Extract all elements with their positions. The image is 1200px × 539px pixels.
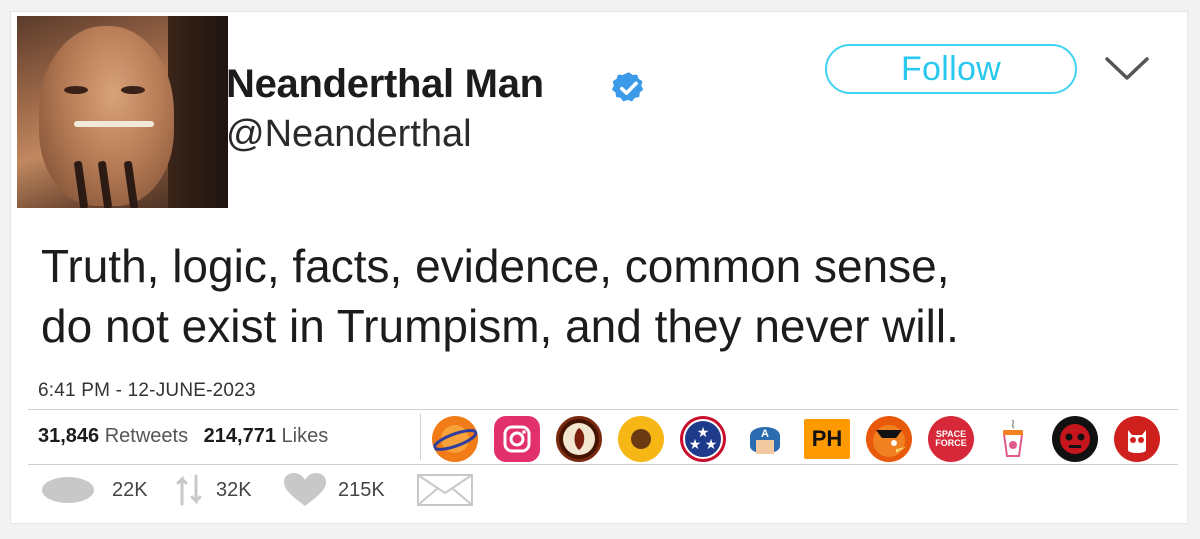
instagram-logo-icon[interactable] bbox=[494, 416, 540, 462]
divider bbox=[28, 409, 1178, 410]
retweets-label[interactable]: Retweets bbox=[105, 425, 188, 447]
engagement-stats: 31,846 Retweets 214,771 Likes bbox=[38, 425, 338, 448]
envelope-icon bbox=[417, 474, 473, 506]
avatar-eye bbox=[121, 86, 145, 94]
dunkin-cup-icon[interactable] bbox=[990, 416, 1036, 462]
avatar-nose-bone bbox=[74, 121, 154, 127]
avatar-face bbox=[39, 26, 174, 208]
likes-count[interactable]: 214,771 bbox=[204, 425, 276, 447]
avatar-hair bbox=[168, 16, 228, 208]
avatar-eye bbox=[64, 86, 88, 94]
retweet-icon bbox=[176, 474, 202, 506]
verified-badge-icon bbox=[611, 72, 644, 102]
share-action[interactable] bbox=[416, 471, 474, 509]
like-count: 215K bbox=[338, 478, 385, 501]
svg-text:★: ★ bbox=[689, 436, 702, 452]
stats-divider bbox=[420, 414, 421, 460]
planet-logo-icon[interactable] bbox=[432, 416, 478, 462]
avatar-face-paint bbox=[123, 160, 139, 208]
like-action[interactable]: 215K bbox=[282, 471, 385, 509]
divider bbox=[28, 464, 1178, 465]
reply-bubble-icon bbox=[42, 477, 94, 503]
tennessee-stars-icon[interactable]: ★ ★ ★ bbox=[680, 416, 726, 462]
heart-icon bbox=[284, 473, 326, 506]
tweet-text: Truth, logic, facts, evidence, common se… bbox=[41, 236, 1161, 356]
avatar-face-paint bbox=[97, 160, 113, 208]
chevron-down-icon[interactable] bbox=[1104, 56, 1150, 82]
red-skull-icon[interactable] bbox=[1052, 416, 1098, 462]
likes-label[interactable]: Likes bbox=[282, 425, 329, 447]
user-handle[interactable]: @Neanderthal bbox=[226, 113, 472, 156]
orioles-bird-icon[interactable] bbox=[866, 416, 912, 462]
sunflower-icon[interactable] bbox=[618, 416, 664, 462]
retweet-count: 32K bbox=[216, 478, 252, 501]
tweet-timestamp[interactable]: 6:41 PM - 12-JUNE-2023 bbox=[38, 380, 256, 402]
avatar-face-paint bbox=[73, 160, 89, 208]
tweet-text-line: do not exist in Trumpism, and they never… bbox=[41, 300, 959, 352]
reply-action[interactable]: 22K bbox=[40, 471, 148, 509]
display-name[interactable]: Neanderthal Man bbox=[226, 62, 544, 107]
svg-text:★: ★ bbox=[705, 436, 718, 452]
retweets-count[interactable]: 31,846 bbox=[38, 425, 99, 447]
avatar[interactable] bbox=[17, 16, 228, 208]
tweet-text-line: Truth, logic, facts, evidence, common se… bbox=[41, 240, 950, 292]
ph-logo-icon[interactable]: PH bbox=[804, 419, 850, 459]
follow-button[interactable]: Follow bbox=[825, 44, 1077, 94]
captain-america-icon[interactable]: A bbox=[742, 416, 788, 462]
space-force-icon[interactable]: SPACE FORCE bbox=[928, 416, 974, 462]
svg-text:A: A bbox=[761, 428, 769, 440]
chipotle-logo-icon[interactable] bbox=[556, 416, 602, 462]
owl-logo-icon[interactable] bbox=[1114, 416, 1160, 462]
reply-count: 22K bbox=[112, 478, 148, 501]
retweet-action[interactable]: 32K bbox=[174, 471, 252, 509]
